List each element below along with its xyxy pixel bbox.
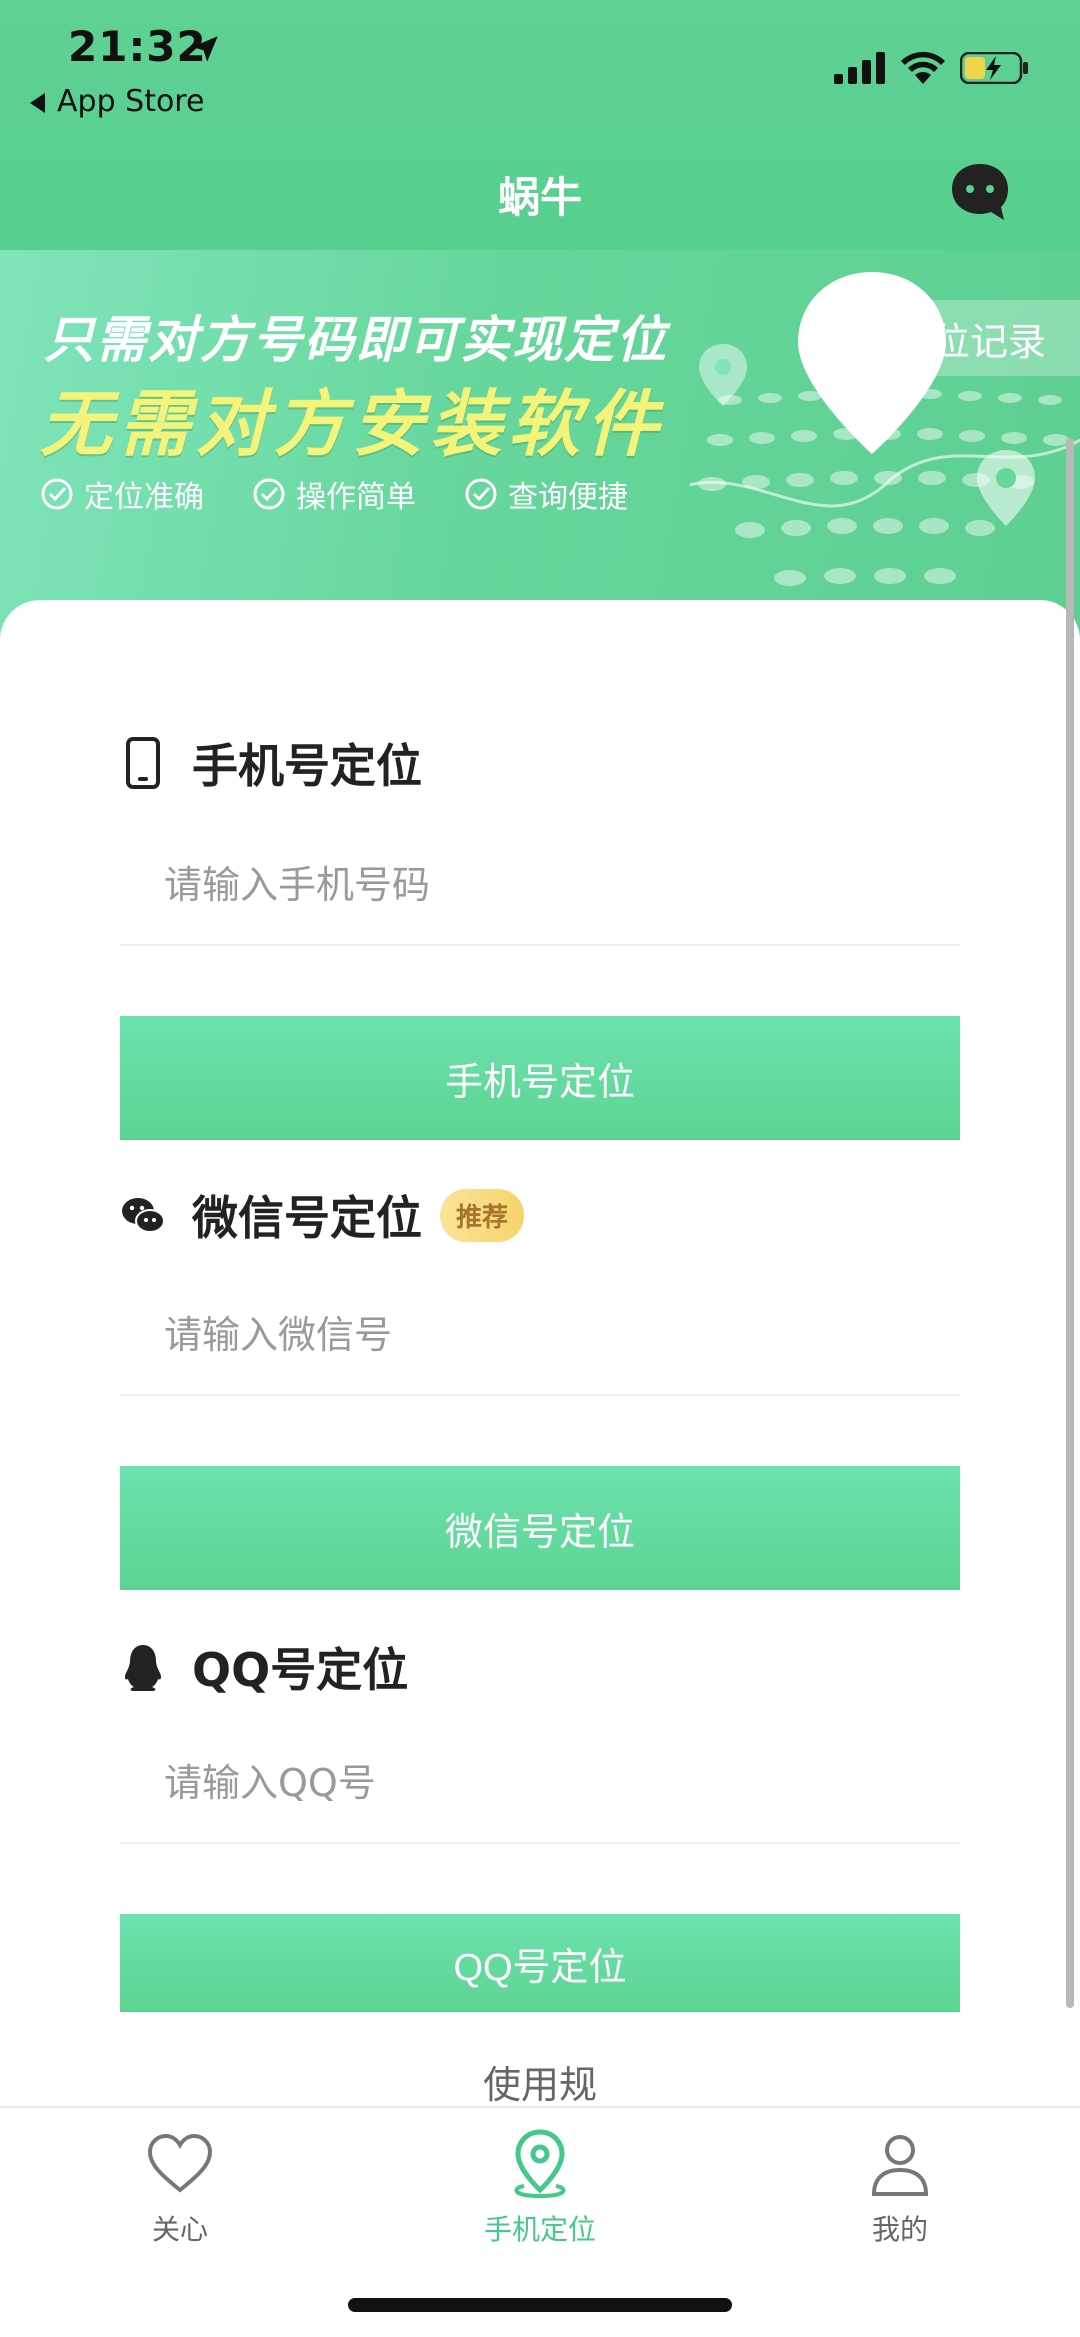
qq-input[interactable] xyxy=(120,1724,960,1842)
usage-rules-link[interactable]: 使用规 xyxy=(0,2054,1080,2109)
wechat-input[interactable] xyxy=(120,1276,960,1394)
tab-care[interactable]: 关心 xyxy=(80,2128,280,2248)
check-circle-icon xyxy=(253,478,285,510)
banner-headline: 只需对方号码即可实现定位 xyxy=(44,311,668,369)
home-indicator xyxy=(348,2298,732,2312)
check-circle-icon xyxy=(465,478,497,510)
back-to-app-store[interactable]: App Store xyxy=(30,84,204,119)
heart-icon xyxy=(147,2133,213,2193)
feature-item: 定位准确 xyxy=(40,472,204,516)
status-bar: 21:32 App Store xyxy=(0,0,1080,120)
tab-mine[interactable]: 我的 xyxy=(800,2128,1000,2248)
qq-input-wrapper xyxy=(120,1724,960,1844)
back-arrow-icon xyxy=(30,92,45,113)
location-record-button[interactable]: 定位记录 xyxy=(818,300,1080,376)
scrollbar[interactable] xyxy=(1066,438,1074,2008)
person-icon xyxy=(871,2135,929,2196)
phone-section-title: 手机号定位 xyxy=(120,730,422,796)
tab-label: 我的 xyxy=(871,2213,928,2246)
wechat-icon xyxy=(122,1198,165,1233)
mobile-phone-icon xyxy=(126,737,160,789)
wechat-section-title: 微信号定位 推荐 xyxy=(120,1182,525,1248)
qq-section-label: QQ号定位 xyxy=(192,1643,409,1697)
recommend-badge: 推荐 xyxy=(440,1188,525,1242)
battery-icon xyxy=(960,52,1028,84)
qq-penguin-icon xyxy=(124,1645,162,1691)
feature-item: 操作简单 xyxy=(252,472,416,516)
wechat-section-label: 微信号定位 xyxy=(192,1191,422,1245)
feature-label: 操作简单 xyxy=(296,480,416,515)
qq-locate-button[interactable]: QQ号定位 xyxy=(120,1914,960,2012)
phone-input-wrapper xyxy=(120,826,960,946)
check-circle-icon xyxy=(41,478,73,510)
location-form-card: 手机号定位 手机号定位 微信号定位 推荐 微信号定位 QQ号定位 QQ号定位 xyxy=(0,600,1080,2110)
location-pin-icon xyxy=(514,2129,566,2199)
wifi-icon xyxy=(901,51,945,84)
tab-phone-location[interactable]: 手机定位 xyxy=(440,2128,640,2248)
header-area: 21:32 App Store 蜗牛 只需对方号码即可实现定位 无需对方安装软件… xyxy=(0,0,1080,640)
banner-features: 定位准确 操作简单 查询便捷 xyxy=(40,472,628,516)
wechat-input-wrapper xyxy=(120,1276,960,1396)
phone-input[interactable] xyxy=(120,826,960,944)
small-pin-icon xyxy=(977,450,1035,526)
status-time: 21:32 xyxy=(68,22,207,71)
chat-bubble-icon[interactable] xyxy=(948,160,1012,224)
feature-label: 查询便捷 xyxy=(508,480,628,515)
navigation-bar: 蜗牛 xyxy=(0,150,1080,230)
tab-label: 关心 xyxy=(151,2213,208,2246)
small-pin-icon xyxy=(699,344,747,406)
location-arrow-icon xyxy=(192,36,218,62)
cellular-signal-icon xyxy=(834,52,885,84)
tab-label: 手机定位 xyxy=(483,2213,596,2246)
feature-label: 定位准确 xyxy=(84,480,204,515)
qq-section-title: QQ号定位 xyxy=(120,1634,408,1700)
location-record-label: 定位记录 xyxy=(894,319,1047,364)
wechat-locate-button[interactable]: 微信号定位 xyxy=(120,1466,960,1590)
page-title: 蜗牛 xyxy=(497,173,582,222)
phone-section-label: 手机号定位 xyxy=(192,739,422,793)
banner-subheadline: 无需对方安装软件 xyxy=(40,382,665,466)
feature-item: 查询便捷 xyxy=(464,472,628,516)
clock-icon xyxy=(844,320,880,356)
phone-locate-button[interactable]: 手机号定位 xyxy=(120,1016,960,1140)
back-label: App Store xyxy=(57,84,205,119)
